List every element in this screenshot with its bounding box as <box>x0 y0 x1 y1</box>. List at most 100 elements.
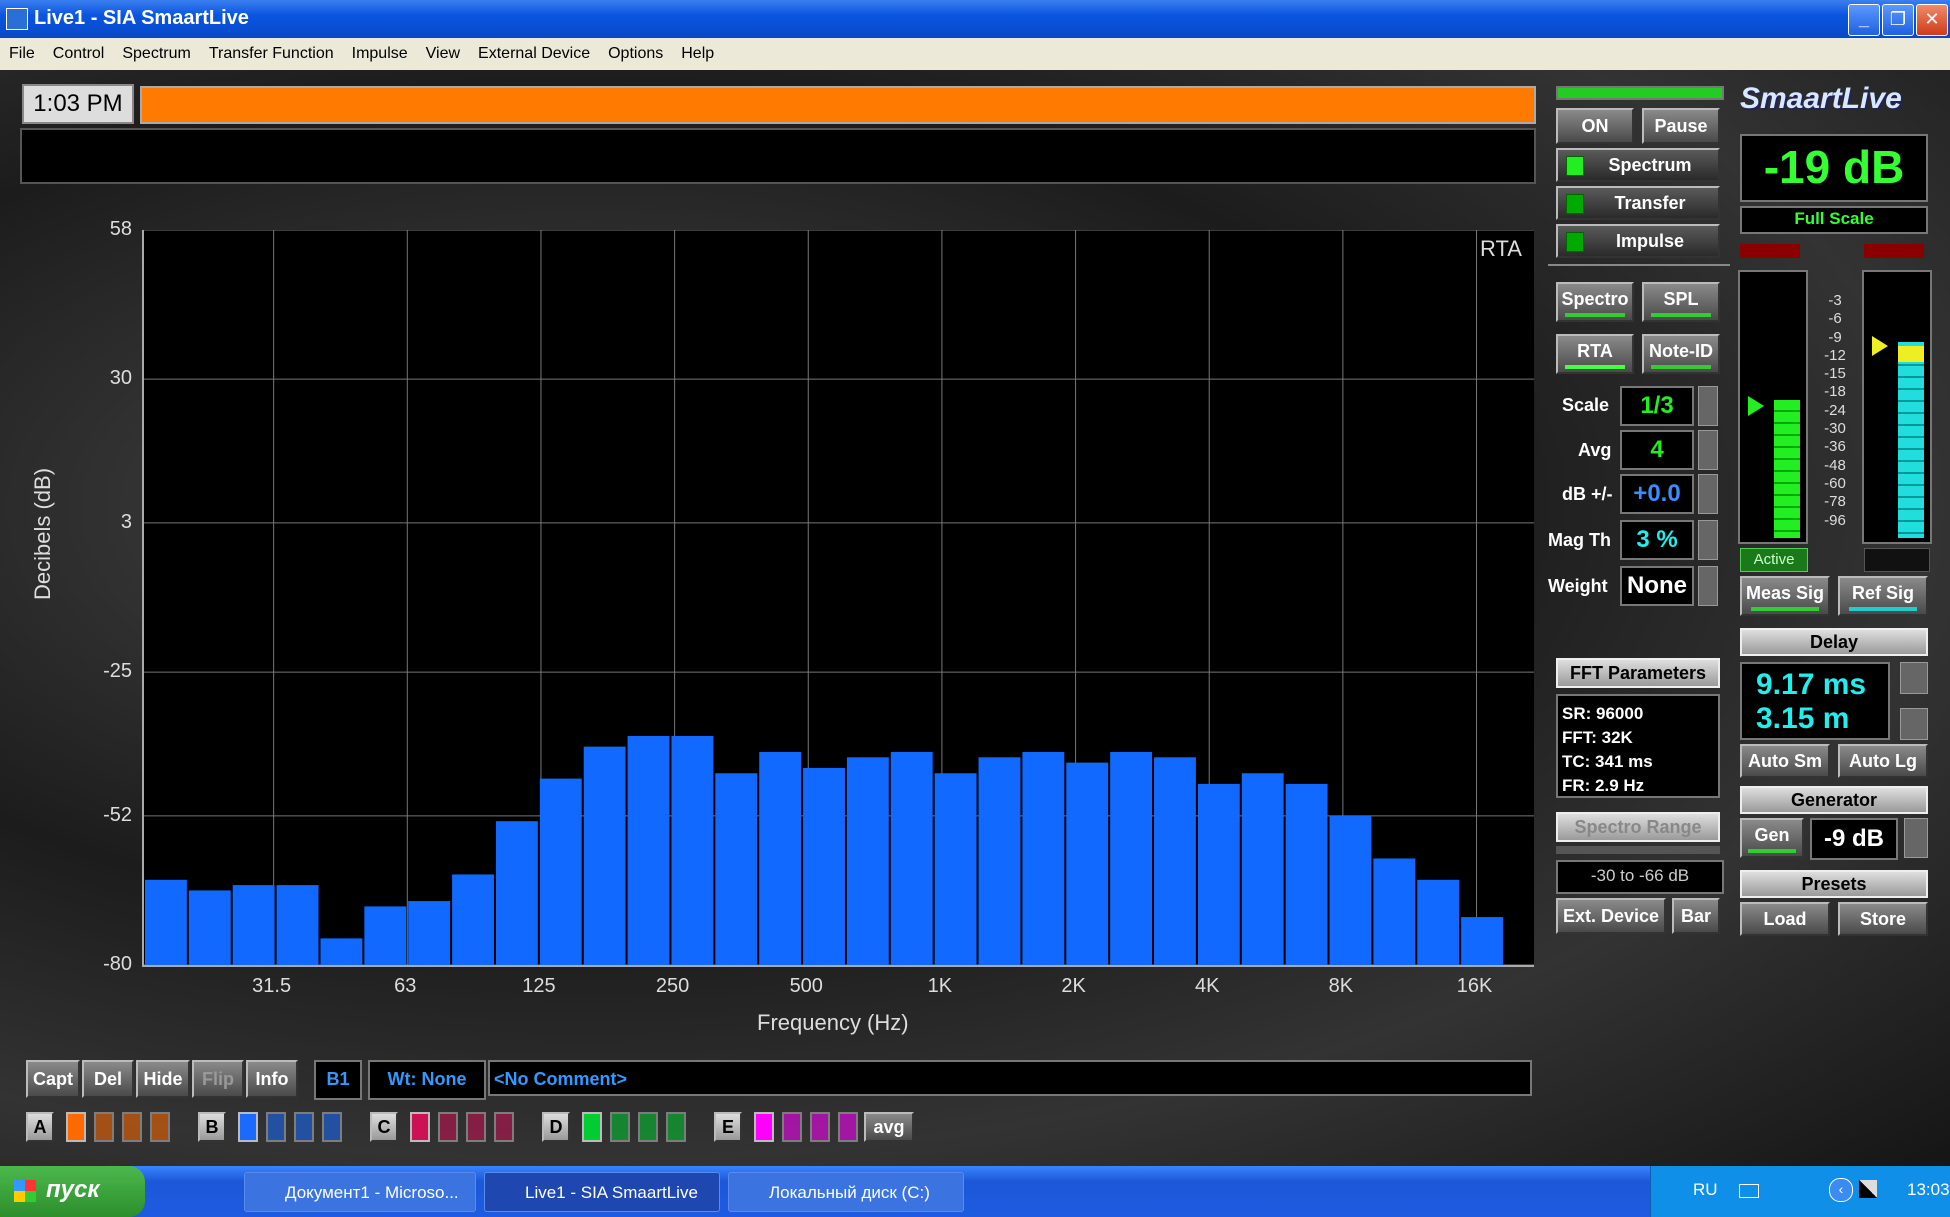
trace-slot[interactable] <box>122 1112 142 1142</box>
gen-level-spinner[interactable] <box>1904 818 1928 858</box>
trace-group-e-label[interactable]: E <box>714 1112 742 1142</box>
trace-slot[interactable] <box>238 1112 258 1142</box>
trace-slot[interactable] <box>638 1112 658 1142</box>
avg-value[interactable]: 4 <box>1620 430 1694 470</box>
rta-bar <box>934 773 977 965</box>
trace-group-c-label[interactable]: C <box>370 1112 398 1142</box>
menu-view[interactable]: View <box>417 38 469 70</box>
impulse-button[interactable]: Impulse <box>1556 224 1720 258</box>
spectro-range-value: -30 to -66 dB <box>1556 860 1724 894</box>
menu-impulse[interactable]: Impulse <box>343 38 417 70</box>
gen-level-value[interactable]: -9 dB <box>1810 818 1898 860</box>
spectrum-button[interactable]: Spectrum <box>1556 148 1720 182</box>
delay-down-icon[interactable] <box>1900 708 1928 740</box>
spectro-range-slider[interactable] <box>1556 846 1720 854</box>
task-word-document[interactable]: Документ1 - Microso... <box>244 1172 476 1212</box>
x-tick-label: 125 <box>522 975 556 997</box>
trace-slot[interactable] <box>438 1112 458 1142</box>
ref-sig-button[interactable]: Ref Sig <box>1838 576 1928 616</box>
transfer-button[interactable]: Transfer <box>1556 186 1720 220</box>
minimize-button[interactable]: _ <box>1848 4 1880 36</box>
auto-lg-button[interactable]: Auto Lg <box>1838 744 1928 778</box>
note-id-button[interactable]: Note-ID <box>1642 334 1720 374</box>
trace-slot[interactable] <box>582 1112 602 1142</box>
spectro-range-button[interactable]: Spectro Range <box>1556 812 1720 842</box>
start-label: пуск <box>46 1176 100 1203</box>
auto-sm-button[interactable]: Auto Sm <box>1740 744 1830 778</box>
language-indicator[interactable]: RU <box>1693 1180 1718 1200</box>
trace-group-a-label[interactable]: A <box>26 1112 54 1142</box>
task-local-disk[interactable]: Локальный диск (C:) <box>728 1172 964 1212</box>
rta-plot[interactable]: RTA <box>142 230 1534 967</box>
db-offset-spinner[interactable] <box>1698 474 1718 514</box>
flip-button[interactable]: Flip <box>192 1060 244 1098</box>
weight-value[interactable]: None <box>1620 566 1694 606</box>
trace-slot[interactable] <box>782 1112 802 1142</box>
menu-control[interactable]: Control <box>44 38 114 70</box>
start-button[interactable]: пуск <box>0 1166 145 1217</box>
trace-slot[interactable] <box>94 1112 114 1142</box>
trace-slot[interactable] <box>810 1112 830 1142</box>
avg-label: Avg <box>1578 440 1612 460</box>
info-button[interactable]: Info <box>246 1060 298 1098</box>
menu-file[interactable]: File <box>0 38 44 70</box>
spl-button[interactable]: SPL <box>1642 282 1720 322</box>
rta-label: RTA <box>1577 341 1613 361</box>
average-button[interactable]: avg <box>864 1112 914 1142</box>
trace-slot[interactable] <box>410 1112 430 1142</box>
trace-group-b-label[interactable]: B <box>198 1112 226 1142</box>
delay-header: Delay <box>1740 628 1928 656</box>
on-button[interactable]: ON <box>1556 108 1634 144</box>
keyboard-icon[interactable] <box>1739 1184 1759 1198</box>
trace-slot[interactable] <box>466 1112 486 1142</box>
bar-button[interactable]: Bar <box>1672 898 1720 934</box>
capture-button[interactable]: Capt <box>26 1060 80 1098</box>
trace-slot[interactable] <box>838 1112 858 1142</box>
trace-slot[interactable] <box>150 1112 170 1142</box>
menu-help[interactable]: Help <box>672 38 723 70</box>
scale-spinner[interactable] <box>1698 386 1718 426</box>
delete-button[interactable]: Del <box>82 1060 134 1098</box>
gen-button[interactable]: Gen <box>1740 818 1804 858</box>
maximize-button[interactable]: ❐ <box>1882 4 1914 36</box>
trace-slot[interactable] <box>754 1112 774 1142</box>
meas-sig-button[interactable]: Meas Sig <box>1740 576 1830 616</box>
trace-slot[interactable] <box>494 1112 514 1142</box>
load-button[interactable]: Load <box>1740 902 1830 936</box>
db-offset-value[interactable]: +0.0 <box>1620 474 1694 514</box>
chevron-left-icon[interactable]: ‹ <box>1829 1178 1853 1202</box>
menu-transfer-function[interactable]: Transfer Function <box>200 38 343 70</box>
note-id-label: Note-ID <box>1649 341 1713 361</box>
trace-slot[interactable] <box>266 1112 286 1142</box>
menu-external-device[interactable]: External Device <box>469 38 599 70</box>
trace-slot[interactable] <box>322 1112 342 1142</box>
delay-up-icon[interactable] <box>1900 662 1928 694</box>
comment-field[interactable]: <No Comment> <box>488 1060 1532 1096</box>
rta-button[interactable]: RTA <box>1556 334 1634 374</box>
smaartlive-logo: SmaartLive <box>1740 82 1902 115</box>
trace-slot[interactable] <box>66 1112 86 1142</box>
trace-slot[interactable] <box>294 1112 314 1142</box>
hide-button[interactable]: Hide <box>136 1060 190 1098</box>
ext-device-button[interactable]: Ext. Device <box>1556 898 1666 934</box>
mag-threshold-value[interactable]: 3 % <box>1620 520 1694 560</box>
avg-spinner[interactable] <box>1698 430 1718 470</box>
task-smaartlive[interactable]: Live1 - SIA SmaartLive <box>484 1172 720 1212</box>
menu-options[interactable]: Options <box>599 38 672 70</box>
pause-button[interactable]: Pause <box>1642 108 1720 144</box>
network-icon[interactable] <box>1859 1180 1877 1198</box>
x-tick-label: 2K <box>1061 975 1086 997</box>
trace-slot[interactable] <box>666 1112 686 1142</box>
clock-display: 1:03 PM <box>22 84 134 124</box>
weight-spinner[interactable] <box>1698 566 1718 606</box>
fft-parameters-header[interactable]: FFT Parameters <box>1556 658 1720 688</box>
menu-spectrum[interactable]: Spectrum <box>113 38 199 70</box>
trace-group-d-label[interactable]: D <box>542 1112 570 1142</box>
mag-threshold-spinner[interactable] <box>1698 520 1718 560</box>
spectro-button[interactable]: Spectro <box>1556 282 1634 322</box>
close-button[interactable]: ✕ <box>1916 4 1948 36</box>
scale-value[interactable]: 1/3 <box>1620 386 1694 426</box>
trace-slot[interactable] <box>610 1112 630 1142</box>
store-button[interactable]: Store <box>1838 902 1928 936</box>
title-bar: Live1 - SIA SmaartLive _ ❐ ✕ <box>0 0 1950 38</box>
